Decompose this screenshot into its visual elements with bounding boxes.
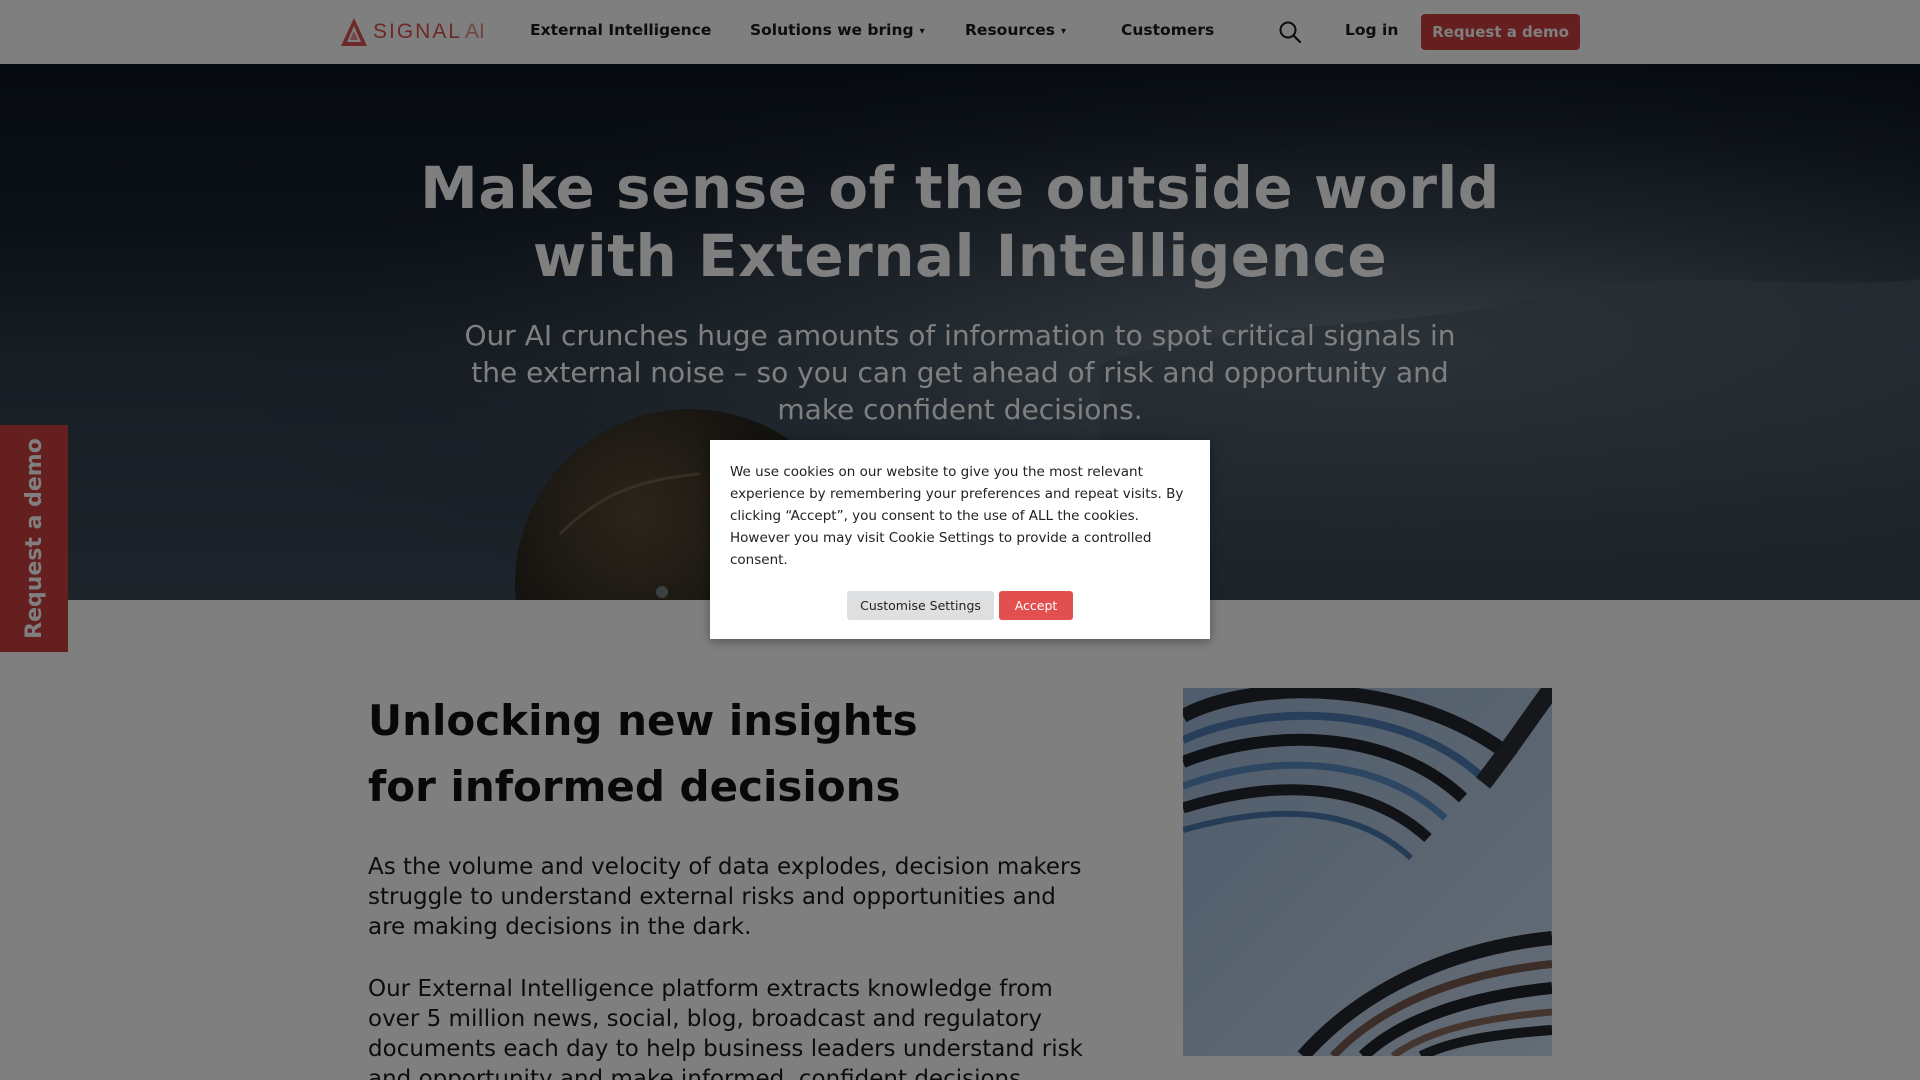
accept-button[interactable]: Accept — [999, 591, 1073, 620]
customise-settings-button[interactable]: Customise Settings — [847, 591, 994, 620]
cookie-consent-dialog: We use cookies on our website to give yo… — [710, 440, 1210, 639]
cookie-message: We use cookies on our website to give yo… — [730, 464, 1184, 568]
